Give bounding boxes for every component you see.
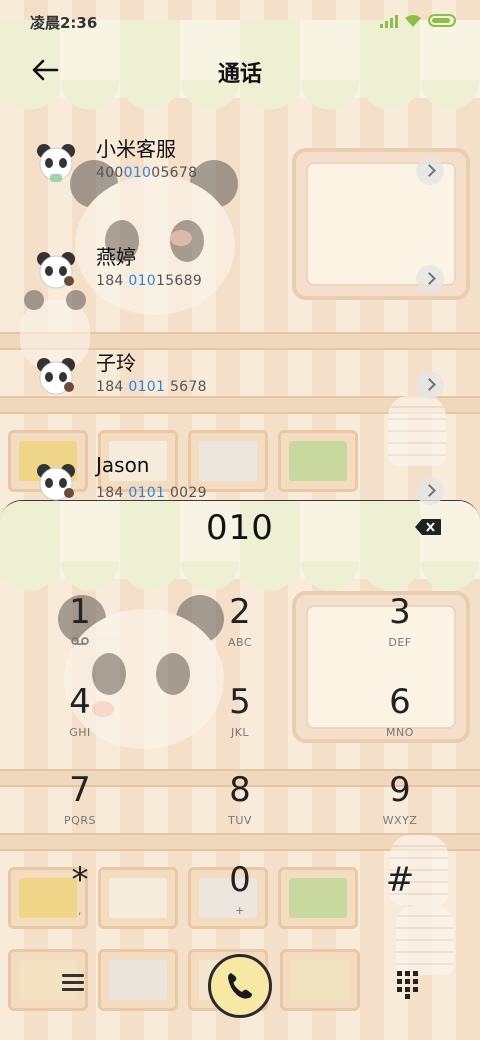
contact-name: 小米客服	[96, 137, 176, 161]
status-time: 凌晨2:36	[30, 14, 98, 32]
status-bar: 凌晨2:36	[0, 0, 480, 40]
contact-name: 燕婷	[96, 245, 136, 269]
contact-number: 184 01015689	[96, 273, 203, 289]
contact-row[interactable]: 小米客服 40001005678	[0, 125, 480, 225]
contact-number: 40001005678	[96, 165, 198, 181]
key-1[interactable]: 1	[0, 580, 160, 668]
backspace-icon[interactable]	[414, 518, 442, 536]
page-header: 通话	[0, 40, 480, 100]
contact-name: 子玲	[96, 351, 136, 375]
call-button[interactable]	[208, 954, 272, 1018]
key-0[interactable]: 0 +	[160, 848, 320, 936]
panda-avatar-icon	[37, 358, 75, 395]
menu-icon[interactable]	[62, 974, 84, 994]
wifi-icon	[405, 15, 421, 27]
key-7[interactable]: 7 PQRS	[0, 758, 160, 846]
panda-avatar-icon	[37, 144, 75, 182]
dialed-number: 010	[206, 508, 274, 548]
chevron-right-icon[interactable]	[416, 265, 444, 293]
key-hash[interactable]: #	[320, 848, 480, 936]
dial-display: 010	[0, 500, 480, 560]
key-8[interactable]: 8 TUV	[160, 758, 320, 846]
voicemail-icon	[0, 636, 160, 648]
key-5[interactable]: 5 JKL	[160, 670, 320, 758]
key-4[interactable]: 4 GHI	[0, 670, 160, 758]
battery-icon	[428, 14, 456, 27]
phone-icon	[228, 973, 252, 999]
panda-avatar-icon	[37, 464, 75, 501]
chevron-right-icon[interactable]	[416, 371, 444, 399]
chevron-right-icon[interactable]	[416, 157, 444, 185]
key-star[interactable]: * ,	[0, 848, 160, 936]
contact-number: 184 0101 0029	[96, 485, 207, 501]
key-2[interactable]: 2 ABC	[160, 580, 320, 668]
key-9[interactable]: 9 WXYZ	[320, 758, 480, 846]
cellular-signal-icon	[380, 15, 398, 28]
page-title: 通话	[217, 62, 262, 87]
panda-avatar-icon	[37, 252, 75, 289]
contact-row[interactable]: 子玲 184 0101 5678	[0, 339, 480, 439]
dialer-bottom-bar	[0, 950, 480, 1020]
contact-row[interactable]: 燕婷 184 01015689	[0, 233, 480, 333]
key-3[interactable]: 3 DEF	[320, 580, 480, 668]
contact-number: 184 0101 5678	[96, 379, 207, 395]
contact-name: Jason	[96, 453, 150, 477]
key-6[interactable]: 6 MNO	[320, 670, 480, 758]
keypad-icon[interactable]	[396, 970, 420, 1000]
